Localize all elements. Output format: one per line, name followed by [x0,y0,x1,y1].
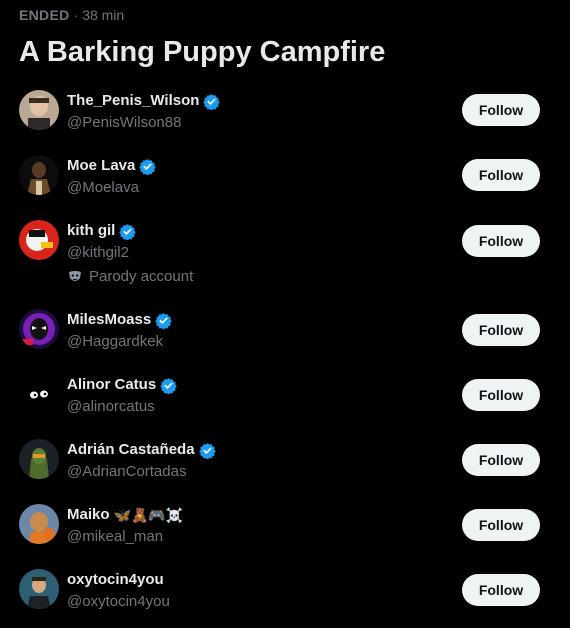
avatar[interactable] [19,439,59,479]
avatar[interactable] [19,155,59,195]
verified-badge-icon [139,158,157,175]
participant-handle: @Haggardkek [67,333,164,350]
verified-badge-icon [198,442,216,459]
space-status-line: ENDED · 38 min [19,7,124,24]
avatar[interactable] [19,309,59,349]
space-status: ENDED [19,7,70,23]
name-emojis: 🦋🧸🎮☠️ [113,507,184,523]
follow-button[interactable]: Follow [462,509,540,541]
participant-handle: @mikeal_man [67,528,164,545]
theater-mask-icon [69,271,81,281]
participant-name[interactable]: The_Penis_Wilson [67,92,199,110]
participant-name[interactable]: Alinor Catus [67,376,156,394]
participant-name[interactable]: MilesMoass [67,311,151,329]
participant-name[interactable]: Moe Lava [67,157,135,175]
follow-button[interactable]: Follow [462,159,540,191]
participant-handle: @AdrianCortadas [67,463,187,480]
avatar[interactable] [19,374,59,414]
participant-name[interactable]: Adrián Castañeda [67,441,195,459]
follow-button[interactable]: Follow [462,574,540,606]
participant-handle: @Moelava [67,179,139,196]
verified-badge-icon [119,223,137,240]
participant-name[interactable]: kith gil [67,222,115,240]
participant-handle: @oxytocin4you [67,593,170,610]
verified-badge-icon [203,93,221,110]
verified-badge-icon [160,377,177,394]
parody-label: Parody account [67,268,193,286]
space-duration: 38 min [82,7,125,23]
follow-button[interactable]: Follow [462,314,540,346]
space-title: A Barking Puppy Campfire [19,36,386,68]
avatar[interactable] [19,220,59,260]
follow-button[interactable]: Follow [462,444,540,476]
participant-name[interactable]: Maiko [67,506,110,524]
follow-button[interactable]: Follow [462,379,540,411]
participant-handle: @alinorcatus [67,398,155,415]
status-separator: · [73,7,79,23]
avatar[interactable] [19,90,59,130]
participant-handle: @PenisWilson88 [67,114,182,131]
parody-label-text: Parody account [89,268,194,285]
avatar[interactable] [19,569,59,609]
avatar[interactable] [19,504,59,544]
follow-button[interactable]: Follow [462,94,540,126]
verified-badge-icon [155,312,172,329]
follow-button[interactable]: Follow [462,225,540,257]
participant-handle: @kithgil2 [67,244,129,261]
participant-name[interactable]: oxytocin4you [67,571,164,589]
